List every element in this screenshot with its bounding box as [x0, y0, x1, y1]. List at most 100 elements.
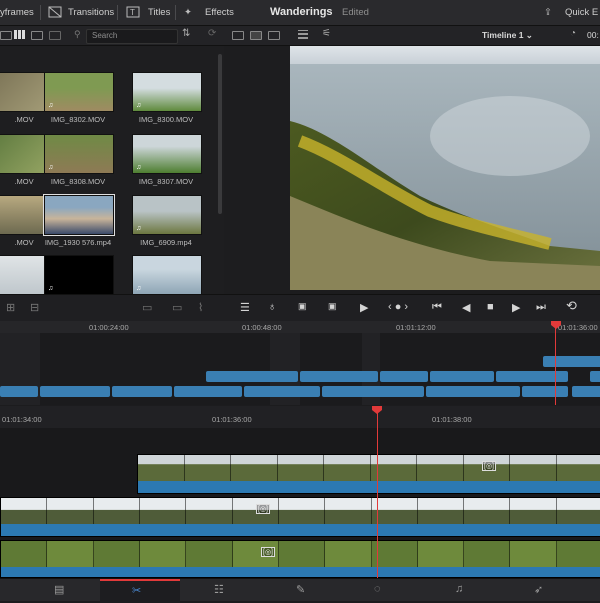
- reverse-play-button[interactable]: ◀: [462, 301, 470, 314]
- clip-bar[interactable]: [40, 386, 110, 397]
- export-icon[interactable]: ⇪: [544, 0, 552, 25]
- detail-zoom-icon[interactable]: ▭: [172, 301, 182, 314]
- clip-bar[interactable]: [322, 386, 424, 397]
- audio-note-icon: ♫: [48, 164, 54, 171]
- audio-note-icon: ♫: [136, 285, 142, 292]
- clip-view-icon[interactable]: ▭: [142, 301, 152, 314]
- audio-note-icon: ♫: [136, 164, 142, 171]
- titles-icon[interactable]: T: [126, 0, 140, 25]
- clip-bar[interactable]: [0, 386, 38, 397]
- viewer-source-icon[interactable]: [232, 31, 244, 40]
- media-clip-thumbnail[interactable]: ♫: [44, 134, 114, 174]
- clip-thumbnails: [138, 455, 600, 481]
- clip-bar[interactable]: [496, 371, 568, 382]
- clip-bar[interactable]: [112, 386, 172, 397]
- media-clip-label: IMG_8307.MOV: [138, 177, 194, 186]
- clip-bar[interactable]: [244, 386, 320, 397]
- media-clip-thumbnail[interactable]: ♫: [44, 72, 114, 112]
- media-clip-label: IMG_1930 576.mp4: [44, 238, 112, 247]
- viewer-left-gutter: [224, 46, 290, 294]
- clip-bar[interactable]: [380, 371, 428, 382]
- list-view-icon[interactable]: [0, 31, 12, 40]
- transitions-tab[interactable]: Transitions: [68, 0, 114, 25]
- clock-icon: ◔: [570, 28, 577, 39]
- lower-playhead[interactable]: [377, 412, 378, 578]
- effect-badge: [◎]: [261, 547, 275, 557]
- thumbnail-view-icon[interactable]: [14, 30, 25, 39]
- audio-mixer-icon[interactable]: ☰: [240, 301, 250, 314]
- timeline-selector[interactable]: Timeline 1 ⌄: [482, 30, 533, 41]
- titles-tab[interactable]: Titles: [148, 0, 170, 25]
- jog-control[interactable]: ‹ ● ›: [388, 301, 408, 313]
- clip-bar[interactable]: [206, 371, 298, 382]
- audio-note-icon: ♫: [48, 285, 54, 292]
- keyframes-tab[interactable]: yframes: [0, 0, 34, 25]
- clip-bar[interactable]: [430, 371, 494, 382]
- fairlight-page-icon[interactable]: ♫: [455, 583, 463, 595]
- voiceover-mic-icon[interactable]: ♁: [268, 301, 276, 313]
- clip-bar[interactable]: [543, 356, 600, 367]
- upper-timeline-ruler[interactable]: 01:00:24:00 01:00:48:00 01:01:12:00 01:0…: [0, 321, 600, 333]
- timeline-clip-v1[interactable]: [◎]: [0, 497, 600, 537]
- effects-wand-icon[interactable]: ✦: [184, 0, 192, 25]
- audio-waveform: [1, 524, 600, 536]
- grid-icon[interactable]: [298, 30, 308, 39]
- media-clip-thumbnail[interactable]: ♫: [132, 72, 202, 112]
- audio-meter-icon[interactable]: ⊞: [6, 301, 15, 314]
- top-toolbar: yframes Transitions T Titles ✦ Effects W…: [0, 0, 600, 26]
- timecode-label: 01:01:12:00: [396, 323, 436, 332]
- upper-timeline[interactable]: 01:00:24:00 01:00:48:00 01:01:12:00 01:0…: [0, 321, 600, 405]
- clip-bar[interactable]: [590, 371, 600, 382]
- color-page-icon[interactable]: ◌: [374, 583, 381, 595]
- video-viewer[interactable]: [290, 46, 600, 290]
- media-page-icon[interactable]: ▤: [54, 583, 64, 596]
- clip-bar[interactable]: [426, 386, 520, 397]
- loop-button[interactable]: ⟲: [566, 298, 577, 314]
- filmstrip-view-icon[interactable]: [31, 31, 43, 40]
- clip-bar[interactable]: [522, 386, 568, 397]
- waveform-icon[interactable]: ⌇: [198, 301, 203, 314]
- clip-bar[interactable]: [174, 386, 242, 397]
- media-clip-thumbnail[interactable]: ♫: [132, 195, 202, 235]
- clip-bar[interactable]: [300, 371, 378, 382]
- smart-insert-icon[interactable]: ▣: [298, 301, 307, 312]
- media-clip-thumbnail[interactable]: [43, 194, 115, 236]
- timecode-label: 01:00:48:00: [242, 323, 282, 332]
- place-on-top-icon[interactable]: ▶: [360, 301, 368, 314]
- metadata-view-icon[interactable]: [49, 31, 61, 40]
- cut-page-tab-active[interactable]: ✂: [100, 579, 180, 603]
- go-to-start-button[interactable]: ⏮: [432, 301, 442, 314]
- timecode-label: 01:01:36:00: [558, 323, 598, 332]
- play-button[interactable]: ▶: [512, 301, 520, 314]
- sync-icon[interactable]: ⟳: [208, 28, 216, 39]
- transitions-icon[interactable]: [48, 0, 62, 25]
- timeline-clip-a1[interactable]: [◎]: [0, 540, 600, 578]
- zoom-icon[interactable]: ⊟: [30, 301, 39, 314]
- sort-order-icon[interactable]: ⇅: [182, 28, 190, 39]
- media-pool-scrollbar[interactable]: [218, 54, 222, 214]
- append-icon[interactable]: ▣: [328, 301, 337, 312]
- search-placeholder: Search: [92, 31, 118, 40]
- timecode-label: 01:00:24:00: [89, 323, 129, 332]
- stop-button[interactable]: ■: [487, 301, 494, 313]
- safe-area-icon[interactable]: ⚟: [322, 28, 331, 39]
- quick-export-button[interactable]: Quick E: [565, 0, 598, 25]
- divider: [175, 5, 176, 20]
- lower-timeline[interactable]: 01:01:34:00 01:01:36:00 01:01:38:00 [◎]: [0, 406, 600, 578]
- viewer-fullscreen-icon[interactable]: [268, 31, 280, 40]
- media-clip-thumbnail[interactable]: ♫: [132, 134, 202, 174]
- search-field[interactable]: Search: [86, 29, 178, 44]
- media-clip-thumbnail[interactable]: ♫: [132, 255, 202, 295]
- effects-tab[interactable]: Effects: [205, 0, 234, 25]
- clip-bar[interactable]: [572, 386, 600, 397]
- edit-page-icon[interactable]: ☷: [214, 583, 224, 596]
- timeline-clip-v2[interactable]: [◎]: [137, 454, 600, 494]
- fusion-page-icon[interactable]: ✎: [296, 583, 305, 596]
- viewer-dual-icon[interactable]: [250, 31, 262, 40]
- sort-icon[interactable]: ⚲: [74, 29, 81, 40]
- lower-timeline-ruler[interactable]: 01:01:34:00 01:01:36:00 01:01:38:00: [0, 406, 600, 428]
- upper-playhead[interactable]: [555, 327, 556, 405]
- media-clip-thumbnail[interactable]: ♫: [44, 255, 114, 295]
- go-to-end-button[interactable]: ⏭: [536, 301, 546, 314]
- deliver-page-icon[interactable]: ➶: [534, 583, 543, 596]
